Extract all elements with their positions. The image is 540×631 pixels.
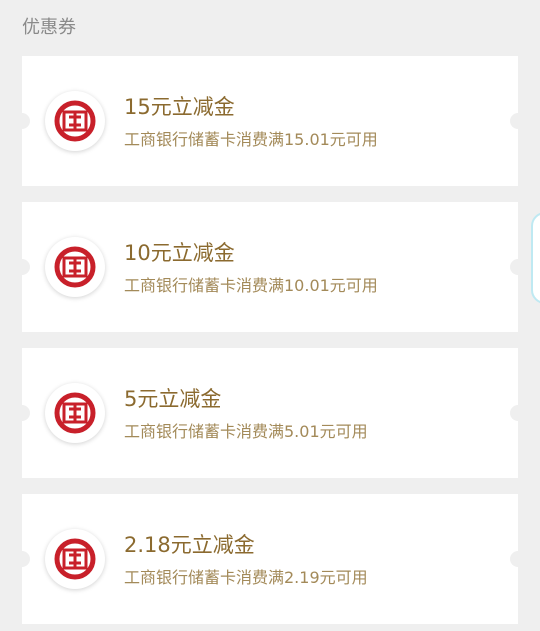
coupon-notch-right: [510, 405, 526, 421]
side-floating-bubble[interactable]: [531, 212, 540, 304]
coupon-notch-left: [14, 259, 30, 275]
coupon-description: 工商银行储蓄卡消费满15.01元可用: [124, 130, 378, 149]
icbc-logo-icon: [45, 529, 105, 589]
icbc-logo-svg: [54, 538, 96, 580]
coupon-notch-left: [14, 113, 30, 129]
coupon-card[interactable]: 5元立减金 工商银行储蓄卡消费满5.01元可用: [14, 348, 526, 478]
icbc-logo-icon: [45, 237, 105, 297]
coupon-description: 工商银行储蓄卡消费满2.19元可用: [124, 568, 368, 587]
coupon-card[interactable]: 10元立减金 工商银行储蓄卡消费满10.01元可用: [14, 202, 526, 332]
icbc-logo-icon: [45, 91, 105, 151]
coupon-card[interactable]: 15元立减金 工商银行储蓄卡消费满15.01元可用: [14, 56, 526, 186]
coupon-title: 2.18元立减金: [124, 533, 255, 557]
coupon-notch-right: [510, 259, 526, 275]
icbc-logo-icon: [45, 383, 105, 443]
coupon-notch-right: [510, 551, 526, 567]
coupon-description: 工商银行储蓄卡消费满5.01元可用: [124, 422, 368, 441]
coupon-title: 5元立减金: [124, 387, 222, 411]
coupon-notch-left: [14, 551, 30, 567]
coupon-title: 10元立减金: [124, 241, 235, 265]
coupon-description: 工商银行储蓄卡消费满10.01元可用: [124, 276, 378, 295]
coupon-card[interactable]: 2.18元立减金 工商银行储蓄卡消费满2.19元可用: [14, 494, 526, 624]
coupon-title: 15元立减金: [124, 95, 235, 119]
coupon-notch-right: [510, 113, 526, 129]
section-title: 优惠券: [22, 17, 76, 38]
icbc-logo-svg: [54, 100, 96, 142]
icbc-logo-svg: [54, 392, 96, 434]
coupon-notch-left: [14, 405, 30, 421]
icbc-logo-svg: [54, 246, 96, 288]
